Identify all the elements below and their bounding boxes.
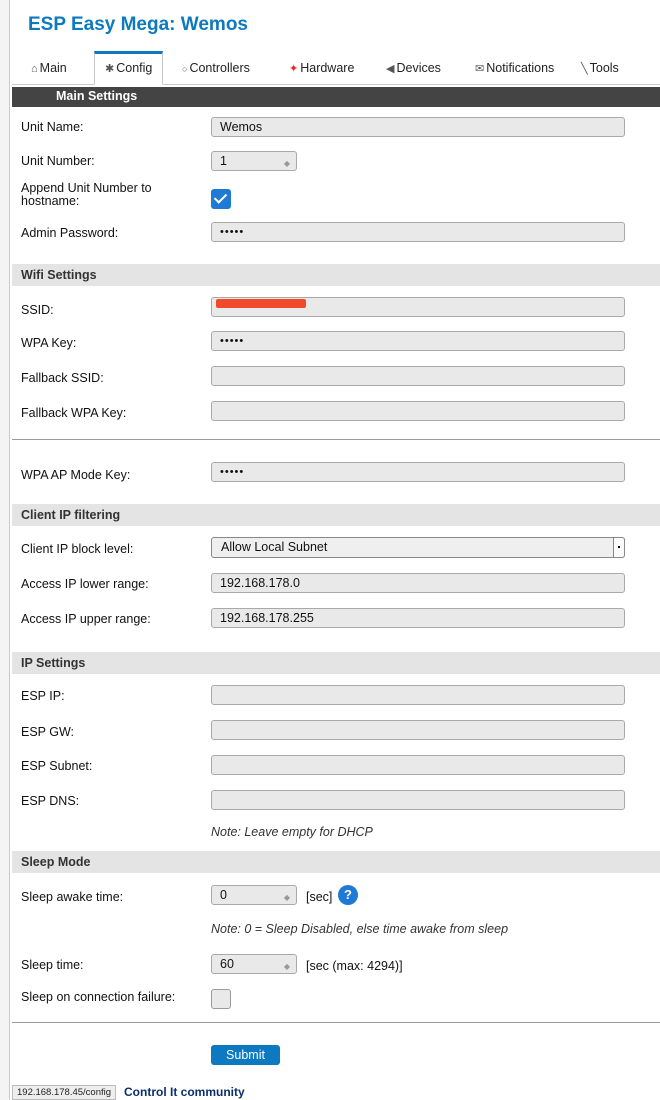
wpa-key-field[interactable]: •••••	[211, 331, 625, 351]
divider	[12, 1022, 660, 1023]
access-ip-lower-label: Access IP lower range:	[21, 577, 149, 591]
wifi-settings-header: Wifi Settings	[12, 264, 660, 286]
access-ip-lower-field[interactable]: 192.168.178.0	[211, 573, 625, 593]
config-page: ESP Easy Mega: Wemos ⌂ Main ✱ Config ○ Cont…	[12, 0, 660, 1100]
esp-gw-field[interactable]	[211, 720, 625, 740]
help-icon[interactable]: ?	[338, 885, 358, 905]
append-unit-number-checkbox[interactable]	[211, 189, 231, 209]
section-title: Sleep Mode	[21, 855, 91, 869]
esp-dns-field[interactable]	[211, 790, 625, 810]
home-icon: ⌂	[31, 63, 38, 75]
stepper-value: 1	[220, 154, 227, 168]
plug-icon: ◀	[386, 63, 395, 75]
esp-gw-label: ESP GW:	[21, 725, 75, 739]
status-bar-url: 192.168.178.45/config	[12, 1085, 117, 1100]
wpa-ap-mode-key-label: WPA AP Mode Key:	[21, 468, 131, 482]
unit-name-field[interactable]: Wemos	[211, 117, 625, 137]
fallback-wpa-key-field[interactable]	[211, 401, 625, 421]
redaction-mark	[216, 299, 306, 308]
sleep-awake-time-label: Sleep awake time:	[21, 890, 124, 904]
esp-subnet-label: ESP Subnet:	[21, 759, 93, 773]
window-left-edge	[0, 0, 10, 1100]
spinner-arrows-icon[interactable]: ◆	[284, 155, 290, 173]
label-line: hostname:	[21, 194, 80, 208]
fallback-ssid-field[interactable]	[211, 366, 625, 386]
client-ip-block-level-label: Client IP block level:	[21, 542, 134, 556]
client-ip-filtering-header: Client IP filtering	[12, 504, 660, 526]
envelope-icon: ✉	[475, 63, 485, 75]
awake-unit-label: [sec]	[306, 890, 333, 904]
pushpin-icon: ✦	[289, 63, 299, 75]
unit-name-label: Unit Name:	[21, 120, 84, 134]
main-settings-header: Main Settings	[12, 87, 660, 107]
esp-ip-label: ESP IP:	[21, 689, 65, 703]
tab-hardware[interactable]: ✦ Hardware	[289, 52, 354, 83]
tab-controllers[interactable]: ○ Controllers	[182, 52, 250, 83]
tab-label: Hardware	[300, 61, 355, 75]
community-link[interactable]: Control It community	[124, 1085, 245, 1099]
tab-main[interactable]: ⌂ Main	[31, 52, 67, 83]
chat-icon: ○	[182, 64, 188, 74]
sleep-on-connection-failure-label: Sleep on connection failure:	[21, 990, 176, 1004]
sleep-time-unit-label: [sec (max: 4294)]	[306, 959, 403, 973]
tab-label: Config	[116, 61, 153, 75]
tab-label: Controllers	[189, 61, 250, 75]
sleep-time-stepper[interactable]: 60 ◆	[211, 954, 297, 974]
tab-label: Devices	[396, 61, 441, 75]
tab-devices[interactable]: ◀ Devices	[386, 52, 441, 83]
fallback-wpa-key-label: Fallback WPA Key:	[21, 406, 127, 420]
tab-bar: ⌂ Main ✱ Config ○ Controllers ✦ Hardware ◀ De…	[12, 51, 660, 85]
dhcp-note: Note: Leave empty for DHCP	[211, 825, 373, 839]
sleep-time-label: Sleep time:	[21, 958, 84, 972]
spinner-arrows-icon[interactable]: ◆	[284, 958, 290, 976]
tab-label: Tools	[589, 61, 619, 75]
tab-config[interactable]: ✱ Config	[94, 51, 164, 85]
dropdown-arrow-icon[interactable]	[613, 537, 625, 558]
access-ip-upper-field[interactable]: 192.168.178.255	[211, 608, 625, 628]
fallback-ssid-label: Fallback SSID:	[21, 371, 104, 385]
tab-tools[interactable]: ╲ Tools	[581, 52, 619, 83]
section-title: Main Settings	[56, 89, 138, 103]
tab-label: Main	[39, 61, 67, 75]
access-ip-upper-label: Access IP upper range:	[21, 612, 151, 626]
divider	[12, 439, 660, 440]
tab-label: Notifications	[486, 61, 555, 75]
wpa-ap-mode-key-field[interactable]: •••••	[211, 462, 625, 482]
sleep-awake-time-stepper[interactable]: 0 ◆	[211, 885, 297, 905]
label-line: Append Unit Number to	[21, 181, 152, 195]
ssid-field[interactable]	[211, 297, 625, 317]
sleep-note: Note: 0 = Sleep Disabled, else time awak…	[211, 922, 509, 936]
gear-icon: ✱	[105, 63, 115, 75]
wrench-icon: ╲	[581, 63, 588, 75]
esp-ip-field[interactable]	[211, 685, 625, 705]
unit-number-stepper[interactable]: 1 ◆	[211, 151, 297, 171]
client-ip-block-level-select[interactable]: Allow Local Subnet	[211, 537, 625, 558]
append-unit-number-label: Append Unit Number to hostname:	[21, 182, 152, 208]
sleep-on-connection-failure-checkbox[interactable]	[211, 989, 231, 1009]
submit-button[interactable]: Submit	[211, 1045, 280, 1065]
section-title: IP Settings	[21, 656, 86, 670]
stepper-value: 0	[220, 888, 227, 902]
admin-password-field[interactable]: •••••	[211, 222, 625, 242]
select-value: Allow Local Subnet	[221, 540, 328, 554]
section-title: Wifi Settings	[21, 268, 97, 282]
ip-settings-header: IP Settings	[12, 652, 660, 674]
stepper-value: 60	[220, 957, 234, 971]
esp-dns-label: ESP DNS:	[21, 794, 80, 808]
wpa-key-label: WPA Key:	[21, 336, 77, 350]
unit-number-label: Unit Number:	[21, 154, 95, 168]
admin-password-label: Admin Password:	[21, 226, 119, 240]
sleep-mode-header: Sleep Mode	[12, 851, 660, 873]
section-title: Client IP filtering	[21, 508, 121, 522]
ssid-label: SSID:	[21, 303, 54, 317]
esp-subnet-field[interactable]	[211, 755, 625, 775]
tab-notifications[interactable]: ✉ Notifications	[475, 52, 554, 83]
app-title: ESP Easy Mega: Wemos	[28, 14, 249, 35]
spinner-arrows-icon[interactable]: ◆	[284, 889, 290, 907]
